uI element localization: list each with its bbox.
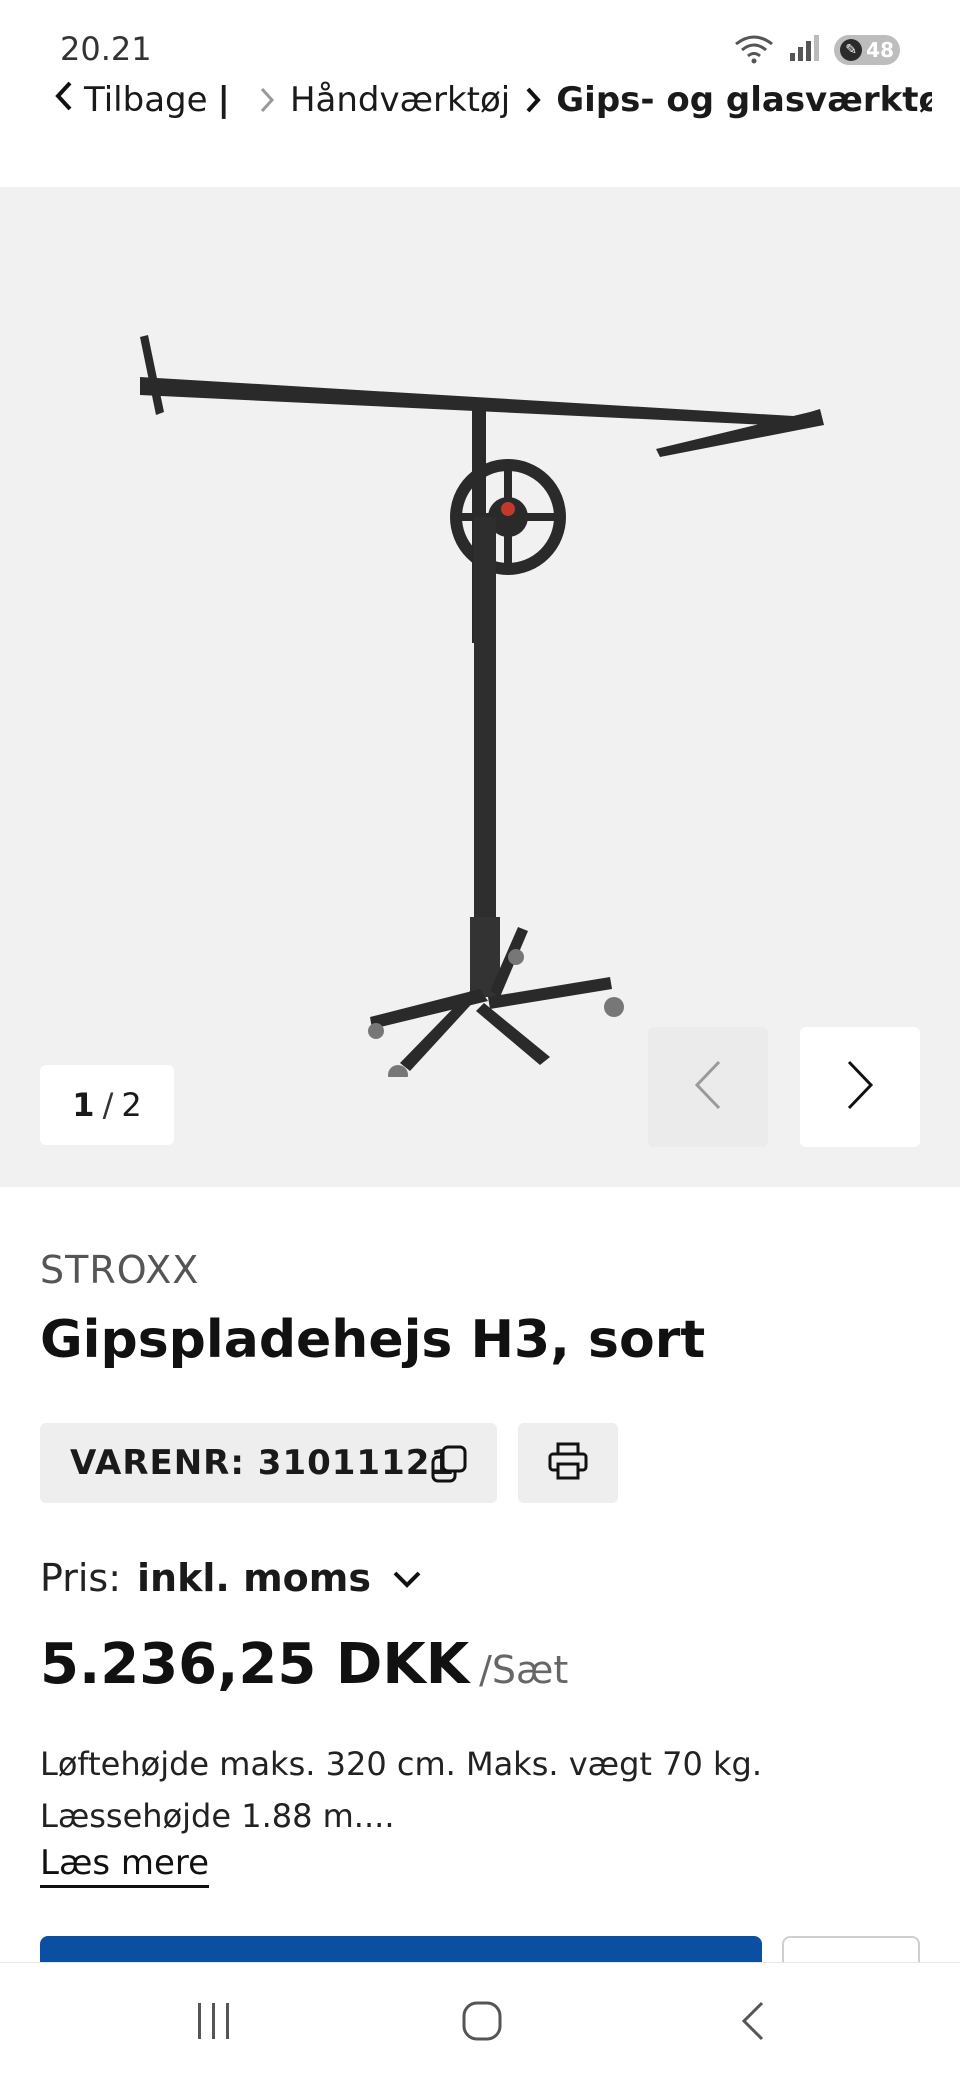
back-link[interactable]: Tilbage [52, 79, 208, 122]
chevron-right-icon [258, 85, 276, 115]
chevron-right-icon [524, 85, 542, 115]
back-icon[interactable] [732, 1999, 776, 2047]
home-icon[interactable] [460, 1999, 504, 2047]
status-bar: 20.21 ✎ 48 [0, 0, 960, 72]
system-navigation-bar [0, 1962, 960, 2081]
chevron-left-icon [52, 79, 76, 122]
sku-label: VARENR: 31011121 [70, 1443, 456, 1483]
product-title: Gipspladehejs H3, sort [40, 1310, 706, 1370]
copy-icon [429, 1443, 471, 1494]
back-label: Tilbage [84, 80, 208, 120]
image-counter: 1 / 2 [40, 1065, 174, 1145]
price-unit: /Sæt [479, 1648, 569, 1692]
image-counter-total: 2 [121, 1086, 142, 1124]
breadcrumb: Tilbage | øj Håndværktøj Gips- og glasvæ… [52, 74, 932, 126]
read-more-link[interactable]: Læs mere [40, 1843, 210, 1888]
breadcrumb-separator: | [217, 80, 230, 120]
next-image-button[interactable] [800, 1027, 920, 1147]
print-button[interactable] [518, 1423, 618, 1503]
price-label: Pris: [40, 1556, 122, 1600]
breadcrumb-item-handvaerktoj[interactable]: Håndværktøj [290, 80, 510, 120]
breadcrumb-current: Gips- og glasværktøj [556, 80, 932, 120]
image-counter-separator: / [102, 1086, 114, 1124]
previous-image-button[interactable] [648, 1027, 768, 1147]
product-image [140, 335, 824, 1077]
battery-icon: ✎ 48 [834, 35, 900, 65]
chevron-right-icon [845, 1058, 875, 1116]
product-gallery[interactable]: 1 / 2 [0, 187, 960, 1187]
status-icons: ✎ 48 [732, 32, 900, 68]
sku-copy-button[interactable]: VARENR: 31011121 [40, 1423, 497, 1503]
recents-icon[interactable] [192, 1999, 236, 2047]
chevron-left-icon [693, 1058, 723, 1116]
price: 5.236,25 DKK /Sæt [40, 1632, 568, 1697]
product-brand[interactable]: STROXX [40, 1248, 199, 1292]
image-counter-current: 1 [72, 1086, 95, 1124]
signal-icon [788, 33, 822, 67]
product-description: Løftehøjde maks. 320 cm. Maks. vægt 70 k… [40, 1745, 763, 1835]
status-time: 20.21 [60, 30, 152, 68]
chevron-down-icon [391, 1556, 423, 1600]
price-mode-selector[interactable]: Pris: inkl. moms [40, 1556, 423, 1600]
wifi-icon [732, 32, 776, 68]
price-amount: 5.236,25 DKK [40, 1632, 470, 1697]
battery-level: 48 [866, 38, 894, 62]
print-icon [546, 1440, 590, 1486]
price-mode: inkl. moms [137, 1556, 371, 1600]
